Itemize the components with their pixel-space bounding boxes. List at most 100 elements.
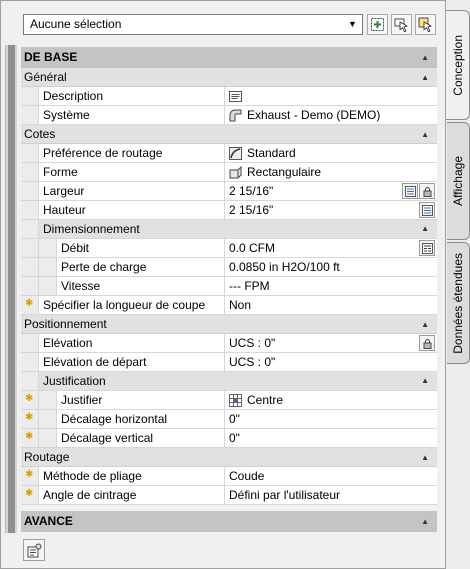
property-row-justifier[interactable]: Justifier Centre [21, 391, 437, 410]
property-row-description[interactable]: Description [21, 87, 437, 106]
property-row-longueur-coupe[interactable]: Spécifier la longueur de coupe Non [21, 296, 437, 315]
category-title: Général [24, 70, 67, 84]
property-label: Largeur [39, 182, 225, 200]
chevron-down-icon: ▼ [348, 19, 357, 29]
property-value[interactable]: 0.0850 in H2O/100 ft [225, 258, 437, 276]
calculator-button[interactable] [419, 240, 435, 256]
palette-scrollbar[interactable] [5, 45, 17, 533]
property-label: Décalage horizontal [57, 410, 225, 428]
property-row-methode-pliage[interactable]: Méthode de pliage Coude [21, 467, 437, 486]
property-label: Forme [39, 163, 225, 181]
collapse-arrow-icon[interactable]: ▲ [421, 125, 429, 144]
property-row-angle-cintrage[interactable]: Angle de cintrage Défini par l'utilisate… [21, 486, 437, 505]
property-value[interactable]: Centre [225, 391, 437, 409]
scrollbar-thumb[interactable] [8, 45, 15, 533]
property-value[interactable]: Coude [225, 467, 437, 485]
property-row-debit[interactable]: Débit 0.0 CFM [21, 239, 437, 258]
justify-grid-icon [229, 393, 242, 407]
property-row-forme[interactable]: Forme Rectangulaire [21, 163, 437, 182]
property-value[interactable]: Rectangulaire [225, 163, 437, 181]
property-label: Angle de cintrage [39, 486, 225, 504]
selection-dropdown[interactable]: Aucune sélection ▼ [23, 14, 363, 35]
select-objects-button[interactable] [391, 14, 412, 35]
section-avance[interactable]: AVANCE ▲ [21, 511, 437, 532]
property-label: Méthode de pliage [39, 467, 225, 485]
list-icon [421, 204, 433, 216]
category-positionnement[interactable]: Positionnement ▲ [21, 315, 437, 334]
collapse-arrow-icon[interactable]: ▲ [421, 220, 429, 238]
property-row-vitesse[interactable]: Vitesse --- FPM [21, 277, 437, 296]
property-label: Elévation [39, 334, 225, 352]
tab-affichage[interactable]: Affichage [447, 122, 470, 240]
property-row-hauteur[interactable]: Hauteur 2 15/16" [21, 201, 437, 220]
property-row-preference-routage[interactable]: Préférence de routage Standard [21, 144, 437, 163]
duct-system-icon [229, 109, 242, 121]
property-value[interactable]: 2 15/16" [225, 182, 437, 200]
property-label: Spécifier la longueur de coupe [39, 296, 225, 314]
property-label: Description [39, 87, 225, 105]
property-row-elevation[interactable]: Elévation UCS : 0" [21, 334, 437, 353]
palette-options-icon [27, 543, 41, 557]
property-value[interactable]: Non [225, 296, 437, 314]
collapse-arrow-icon[interactable]: ▲ [421, 448, 429, 467]
property-row-decalage-vertical[interactable]: Décalage vertical 0" [21, 429, 437, 448]
category-general[interactable]: Général ▲ [21, 68, 437, 87]
property-value[interactable]: 0" [225, 429, 437, 447]
required-asterisk-icon [21, 410, 39, 428]
quick-select-icon [371, 18, 384, 31]
property-label: Débit [57, 239, 225, 257]
property-value[interactable]: UCS : 0" [225, 353, 437, 371]
property-value[interactable]: Exhaust - Demo (DEMO) [225, 106, 437, 124]
property-row-decalage-horizontal[interactable]: Décalage horizontal 0" [21, 410, 437, 429]
property-row-largeur[interactable]: Largeur 2 15/16" [21, 182, 437, 201]
tab-conception[interactable]: Conception [446, 10, 470, 120]
collapse-arrow-icon[interactable]: ▲ [421, 511, 429, 532]
category-cotes[interactable]: Cotes ▲ [21, 125, 437, 144]
property-value[interactable]: Défini par l'utilisateur [225, 486, 437, 504]
subcategory-title: Justification ▲ [39, 372, 437, 390]
property-value[interactable]: 2 15/16" [225, 201, 437, 219]
size-list-button[interactable] [419, 202, 435, 218]
size-list-button[interactable] [402, 183, 418, 199]
list-icon [404, 185, 416, 197]
toggle-pickadd-icon [418, 17, 432, 32]
property-value[interactable]: --- FPM [225, 277, 437, 295]
required-asterisk-icon [21, 429, 39, 447]
lock-icon [423, 186, 431, 197]
property-value[interactable]: UCS : 0" [225, 334, 437, 352]
collapse-arrow-icon[interactable]: ▲ [421, 47, 429, 68]
quick-select-button[interactable] [367, 14, 388, 35]
lock-button[interactable] [419, 183, 435, 199]
collapse-arrow-icon[interactable]: ▲ [421, 372, 429, 390]
category-title: Routage [24, 450, 70, 464]
collapse-arrow-icon[interactable]: ▲ [421, 315, 429, 334]
section-de-base[interactable]: DE BASE ▲ [21, 47, 437, 68]
property-label: Système [39, 106, 225, 124]
property-value[interactable]: 0.0 CFM [225, 239, 437, 257]
property-value[interactable] [225, 87, 437, 105]
property-row-elevation-depart[interactable]: Elévation de départ UCS : 0" [21, 353, 437, 372]
required-asterisk-icon [21, 486, 39, 504]
section-title: AVANCE [24, 514, 73, 528]
subcategory-dimensionnement[interactable]: Dimensionnement ▲ [21, 220, 437, 239]
palette-options-button[interactable] [23, 539, 45, 561]
property-row-perte-charge[interactable]: Perte de charge 0.0850 in H2O/100 ft [21, 258, 437, 277]
subcategory-justification[interactable]: Justification ▲ [21, 372, 437, 391]
property-grid: DE BASE ▲ Général ▲ Description Système … [21, 47, 437, 532]
lock-icon [423, 338, 431, 349]
category-routage[interactable]: Routage ▲ [21, 448, 437, 467]
property-row-systeme[interactable]: Système Exhaust - Demo (DEMO) [21, 106, 437, 125]
toggle-pickadd-button[interactable] [415, 14, 436, 35]
lock-button[interactable] [419, 335, 435, 351]
collapse-arrow-icon[interactable]: ▲ [421, 68, 429, 87]
property-label: Perte de charge [57, 258, 225, 276]
text-editor-icon[interactable] [229, 90, 242, 103]
property-value[interactable]: Standard [225, 144, 437, 162]
property-value[interactable]: 0" [225, 410, 437, 428]
routing-preference-icon [229, 146, 242, 160]
property-label: Vitesse [57, 277, 225, 295]
rectangular-shape-icon [229, 165, 242, 178]
tab-donnees-etendues[interactable]: Données étendues [447, 242, 470, 364]
palette-toolbar: Aucune sélection ▼ [5, 11, 445, 39]
category-title: Cotes [24, 127, 56, 141]
